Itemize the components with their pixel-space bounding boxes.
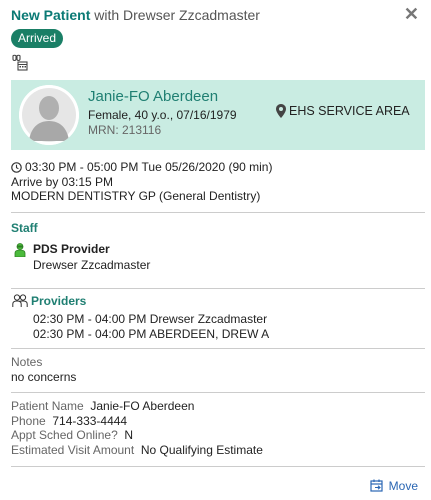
- popover-title: New Patient with Drewser Zzcadmaster: [11, 6, 421, 24]
- patient-name[interactable]: Janie-FO Aberdeen: [88, 88, 218, 105]
- group-people-icon: [12, 294, 28, 307]
- provider-row: 02:30 PM - 04:00 PM Drewser Zzcadmaster: [33, 312, 268, 326]
- patient-name-value: Janie-FO Aberdeen: [90, 399, 195, 413]
- appointment-popover: New Patient with Drewser Zzcadmaster ✕ A…: [0, 0, 431, 500]
- department: MODERN DENTISTRY GP (General Dentistry): [11, 189, 261, 203]
- calendar-move-icon: [370, 479, 383, 492]
- divider: [11, 392, 425, 393]
- provider-row: 02:30 PM - 04:00 PM ABERDEEN, DREW A: [33, 327, 270, 341]
- staff-role: PDS Provider: [33, 242, 110, 256]
- staff-name: Drewser Zzcadmaster: [33, 258, 151, 272]
- dental-chart-icon[interactable]: [11, 54, 29, 72]
- location: EHS SERVICE AREA: [276, 104, 410, 118]
- location-pin-icon: [276, 104, 286, 118]
- move-label: Move: [388, 479, 418, 493]
- avatar: [19, 85, 79, 145]
- status-badge: Arrived: [11, 29, 64, 48]
- patient-mrn: MRN: 213116: [88, 123, 162, 137]
- close-icon[interactable]: ✕: [404, 5, 419, 23]
- divider: [11, 212, 425, 213]
- estimate-label: Estimated Visit Amount: [11, 442, 135, 457]
- patient-demographics: Female, 40 y.o., 07/16/1979: [88, 108, 237, 122]
- move-button[interactable]: Move: [370, 479, 418, 493]
- patient-name-label: Patient Name: [11, 399, 84, 413]
- divider: [11, 348, 425, 349]
- location-label: EHS SERVICE AREA: [289, 104, 410, 118]
- avatar-placeholder-icon: [19, 85, 79, 145]
- arrive-by: Arrive by 03:15 PM: [11, 174, 114, 189]
- phone-label: Phone: [11, 413, 46, 428]
- providers-label: Providers: [31, 294, 87, 308]
- popover-header: New Patient with Drewser Zzcadmaster ✕: [11, 5, 421, 26]
- notes-label: Notes: [11, 355, 43, 369]
- patient-card[interactable]: Janie-FO Aberdeen Female, 40 y.o., 07/16…: [11, 80, 425, 150]
- notes-value: no concerns: [11, 370, 77, 384]
- providers-section-title: Providers: [12, 294, 86, 308]
- title-provider: with Drewser Zzcadmaster: [90, 7, 260, 23]
- clock-icon: [11, 162, 22, 173]
- estimate-value: No Qualifying Estimate: [140, 442, 263, 457]
- appointment-time: 03:30 PM - 05:00 PM Tue 05/26/2020 (90 m…: [25, 160, 273, 174]
- visit-type: New Patient: [11, 7, 91, 23]
- staff-section-title: Staff: [11, 221, 38, 235]
- dentist-person-icon: [14, 243, 26, 257]
- appt-online-label: Appt Sched Online?: [11, 428, 118, 442]
- patient-details: Patient Name Janie-FO Aberdeen Phone 714…: [11, 399, 263, 457]
- appointment-details: 03:30 PM - 05:00 PM Tue 05/26/2020 (90 m…: [11, 160, 425, 204]
- phone-value: 714-333-4444: [52, 413, 128, 428]
- divider: [11, 288, 425, 289]
- divider: [11, 466, 425, 467]
- appt-online-value: N: [124, 428, 134, 442]
